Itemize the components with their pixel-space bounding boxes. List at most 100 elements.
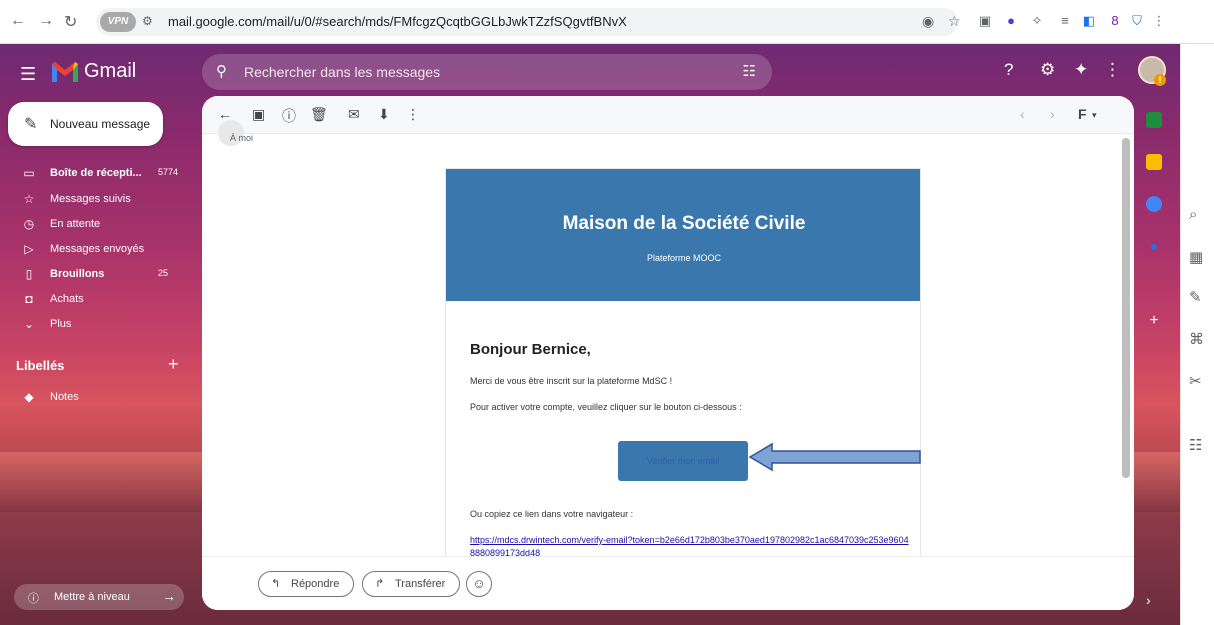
address-bar[interactable]: VPN ⚙ mail.google.com/mail/u/0/#search/m… xyxy=(96,8,961,36)
calendar-app-icon[interactable] xyxy=(1146,112,1162,128)
search-sidebar-icon[interactable]: ⌕ xyxy=(1189,206,1197,223)
keep-app-icon[interactable] xyxy=(1146,154,1162,170)
chevron-down-icon: ⌄ xyxy=(23,317,35,331)
upgrade-label: Mettre à niveau xyxy=(54,591,130,603)
upgrade-button[interactable]: ⓘ Mettre à niveau → xyxy=(14,584,184,610)
bookmark-star-icon[interactable]: ☆ xyxy=(948,13,961,30)
scrollbar[interactable] xyxy=(1122,138,1130,478)
contacts-app-icon[interactable]: ● xyxy=(1146,238,1162,254)
sidebar-item-label: Messages suivis xyxy=(50,193,131,205)
eye-icon[interactable]: ◉ xyxy=(922,13,934,30)
emoji-reaction-button[interactable]: ☺ xyxy=(466,571,492,597)
email-card: Maison de la Société Civile Plateforme M… xyxy=(445,168,921,566)
verify-email-button[interactable]: Vérifier mon email xyxy=(618,441,748,481)
vpn-shield-icon[interactable]: ⛉ xyxy=(1128,12,1146,30)
report-spam-icon[interactable]: ⓘ xyxy=(282,106,296,126)
settings-gear-icon[interactable]: ⚙ xyxy=(1040,60,1055,80)
sidebar-item-starred[interactable]: ☆ Messages suivis xyxy=(0,188,190,212)
sidebar-item-more[interactable]: ⌄ Plus xyxy=(0,313,190,337)
more-actions-icon[interactable]: ⋮ xyxy=(406,106,420,123)
customize-icon[interactable]: ☷ xyxy=(1189,436,1202,454)
clock-icon: ◷ xyxy=(23,217,35,231)
email-paragraph: Pour activer votre compte, veuillez cliq… xyxy=(470,402,742,412)
vpn-badge[interactable]: VPN xyxy=(100,12,136,32)
games-icon[interactable]: ⌘ xyxy=(1189,330,1204,348)
calculator-icon[interactable]: ▦ xyxy=(1189,248,1203,266)
site-settings-icon[interactable]: ⚙ xyxy=(142,14,160,30)
archive-icon[interactable]: ▣ xyxy=(252,106,265,123)
sidebar-item-label: Messages envoyés xyxy=(50,243,145,255)
notes-edit-icon[interactable]: ✎ xyxy=(1189,288,1202,306)
sidebar-label-notes[interactable]: ◆ Notes xyxy=(0,386,190,410)
sidebar-item-label: Brouillons xyxy=(50,268,105,280)
profile-icon[interactable]: 8 xyxy=(1106,12,1124,30)
extensions-puzzle-icon[interactable]: ✧ xyxy=(1028,12,1046,30)
sidebar-item-label: Notes xyxy=(50,391,79,403)
sidebar-item-sent[interactable]: ▷ Messages envoyés xyxy=(0,238,190,262)
search-icon[interactable]: ⚲ xyxy=(216,62,227,80)
sidebar-item-drafts[interactable]: ▯ Brouillons 25 xyxy=(0,263,190,287)
label-icon: ◆ xyxy=(24,390,34,404)
sidebar-item-snoozed[interactable]: ◷ En attente xyxy=(0,213,190,237)
annotation-arrow-icon xyxy=(748,442,921,472)
email-header-subtitle: Plateforme MOOC xyxy=(646,253,722,263)
compose-label: Nouveau message xyxy=(50,117,151,131)
input-tools-button[interactable]: F xyxy=(1078,106,1087,122)
reading-list-icon[interactable]: ≡ xyxy=(1056,12,1074,30)
sidebar-item-purchases[interactable]: ◘ Achats xyxy=(0,288,190,312)
search-bar[interactable]: ⚲ ☷ xyxy=(202,54,772,90)
search-input[interactable] xyxy=(244,62,714,82)
url-text[interactable]: mail.google.com/mail/u/0/#search/mds/FMf… xyxy=(168,14,627,29)
delete-icon[interactable]: 🗑 xyxy=(310,106,328,123)
mark-unread-icon[interactable]: ✉ xyxy=(348,106,360,123)
sidebar-item-label: Boîte de récepti... xyxy=(50,167,142,179)
forward-icon[interactable]: → xyxy=(38,12,54,30)
forward-icon: ↱ xyxy=(375,578,385,590)
tools-icon[interactable]: ✂ xyxy=(1189,372,1202,390)
browser-menu-icon[interactable]: ⋮ xyxy=(1150,12,1168,30)
browser-toolbar: ← → ↻ VPN ⚙ mail.google.com/mail/u/0/#se… xyxy=(0,0,1214,44)
apps-grid-icon[interactable]: ⋮ xyxy=(1104,60,1121,80)
get-addons-icon[interactable]: + xyxy=(1146,312,1162,329)
reply-bar: ↰ Répondre ↱ Transférer ☺ xyxy=(202,556,1134,610)
reply-button[interactable]: ↰ Répondre xyxy=(258,571,354,597)
side-panel-icon[interactable]: ◧ xyxy=(1080,12,1098,30)
search-options-icon[interactable]: ☷ xyxy=(743,62,756,80)
newer-chevron-icon[interactable]: ‹ xyxy=(1020,106,1025,122)
forward-button[interactable]: ↱ Transférer xyxy=(362,571,460,597)
email-header-title: Maison de la Société Civile xyxy=(562,213,806,234)
main-menu-icon[interactable]: ☰ xyxy=(20,64,36,85)
send-icon: ▷ xyxy=(24,242,34,256)
reload-icon[interactable]: ↻ xyxy=(64,12,77,32)
media-extension-icon[interactable]: ▣ xyxy=(976,12,994,30)
input-tools-chevron-icon[interactable]: ▾ xyxy=(1092,110,1097,121)
sidebar-item-label: Plus xyxy=(50,318,72,330)
email-header-banner: Maison de la Société Civile Plateforme M… xyxy=(446,169,920,301)
add-label-icon[interactable]: + xyxy=(168,354,179,375)
shopping-icon: ◘ xyxy=(25,292,33,306)
pencil-icon: ✎ xyxy=(24,116,38,133)
older-chevron-icon[interactable]: › xyxy=(1050,106,1055,122)
sidebar-item-count: 25 xyxy=(158,268,169,278)
help-icon[interactable]: ? xyxy=(1004,60,1013,80)
avatar-alert-badge: ! xyxy=(1154,74,1166,86)
sidebar-item-count: 5774 xyxy=(158,167,179,177)
info-icon: ⓘ xyxy=(28,593,39,605)
compose-button[interactable]: ✎ Nouveau message xyxy=(8,102,163,146)
shield-extension-icon[interactable]: ● xyxy=(1002,12,1020,30)
sidebar-item-inbox[interactable]: ▭ Boîte de récepti... 5774 xyxy=(0,162,190,186)
app-name: Gmail xyxy=(84,60,137,82)
labels-header: Libellés xyxy=(16,358,65,373)
tasks-app-icon[interactable] xyxy=(1146,196,1162,212)
email-paragraph: Ou copiez ce lien dans votre navigateur … xyxy=(470,509,634,519)
email-greeting: Bonjour Bernice, xyxy=(470,341,591,358)
gmail-logo-icon[interactable] xyxy=(50,60,80,84)
chevron-right-icon[interactable]: › xyxy=(1146,592,1151,608)
gemini-sparkle-icon[interactable]: ✦ xyxy=(1074,60,1088,80)
recipient-label[interactable]: À moi xyxy=(230,133,253,143)
arrow-right-icon: → xyxy=(162,588,176,604)
move-to-icon[interactable]: ⬇ xyxy=(378,106,390,123)
star-icon: ☆ xyxy=(23,192,35,206)
reply-label: Répondre xyxy=(291,578,340,590)
back-icon[interactable]: ← xyxy=(10,12,26,30)
